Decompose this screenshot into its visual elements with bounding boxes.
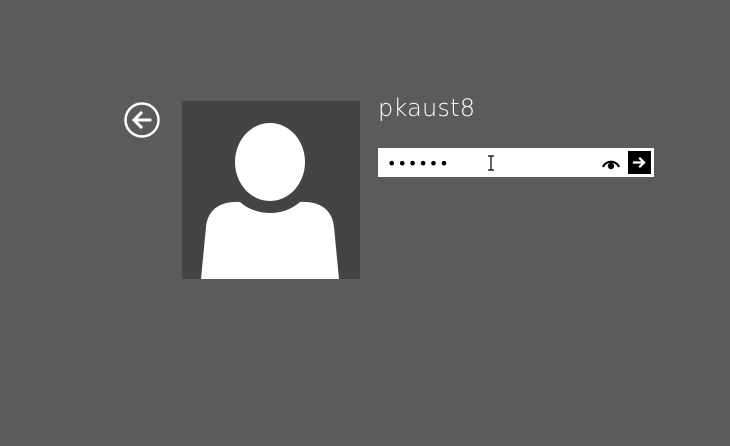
- back-arrow-circle-icon: [124, 102, 160, 138]
- user-silhouette-icon: [201, 123, 339, 279]
- eye-icon: [601, 160, 621, 170]
- reveal-password-button[interactable]: [601, 155, 621, 171]
- back-button[interactable]: [123, 101, 161, 139]
- text-cursor-icon: [488, 155, 494, 171]
- right-arrow-icon: [632, 156, 646, 169]
- username-label: pkaust8: [378, 94, 476, 122]
- submit-button[interactable]: [628, 151, 651, 174]
- password-field[interactable]: [378, 148, 654, 177]
- avatar: [182, 101, 360, 279]
